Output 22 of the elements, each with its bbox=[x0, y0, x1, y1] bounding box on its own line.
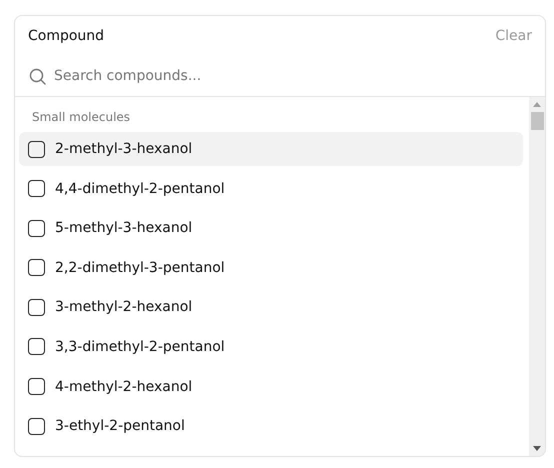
checkbox[interactable] bbox=[28, 418, 45, 435]
scrollbar[interactable] bbox=[529, 97, 545, 456]
checkbox[interactable] bbox=[28, 220, 45, 237]
search-icon bbox=[29, 68, 46, 84]
checkbox[interactable] bbox=[28, 259, 45, 276]
scrollbar-thumb[interactable] bbox=[530, 112, 544, 130]
checkbox[interactable] bbox=[28, 338, 45, 356]
checkbox[interactable] bbox=[28, 298, 45, 316]
compound-option[interactable]: 3-methyl-2-hexanol bbox=[19, 290, 523, 324]
compound-option[interactable]: 3,3-dimethyl-2-pentanol bbox=[19, 330, 523, 364]
compound-option[interactable]: 3-ethyl-2-pentanol bbox=[19, 409, 523, 444]
compound-option[interactable]: 2-methyl-3-hexanol bbox=[19, 132, 523, 166]
checkbox[interactable] bbox=[28, 180, 45, 198]
panel-title: Compound bbox=[28, 28, 104, 44]
group-label: Small molecules bbox=[31, 111, 132, 126]
checkbox[interactable] bbox=[28, 140, 45, 158]
compound-option[interactable]: 4-methyl-2-hexanol bbox=[19, 370, 523, 404]
compound-option[interactable]: 4,4-dimethyl-2-pentanol bbox=[19, 172, 523, 206]
checkbox[interactable] bbox=[28, 378, 45, 396]
compound-option[interactable]: 5-methyl-3-hexanol bbox=[19, 211, 523, 246]
scroll-down-icon[interactable] bbox=[533, 446, 541, 451]
compound-option[interactable]: 2,2-dimethyl-3-pentanol bbox=[19, 250, 523, 285]
